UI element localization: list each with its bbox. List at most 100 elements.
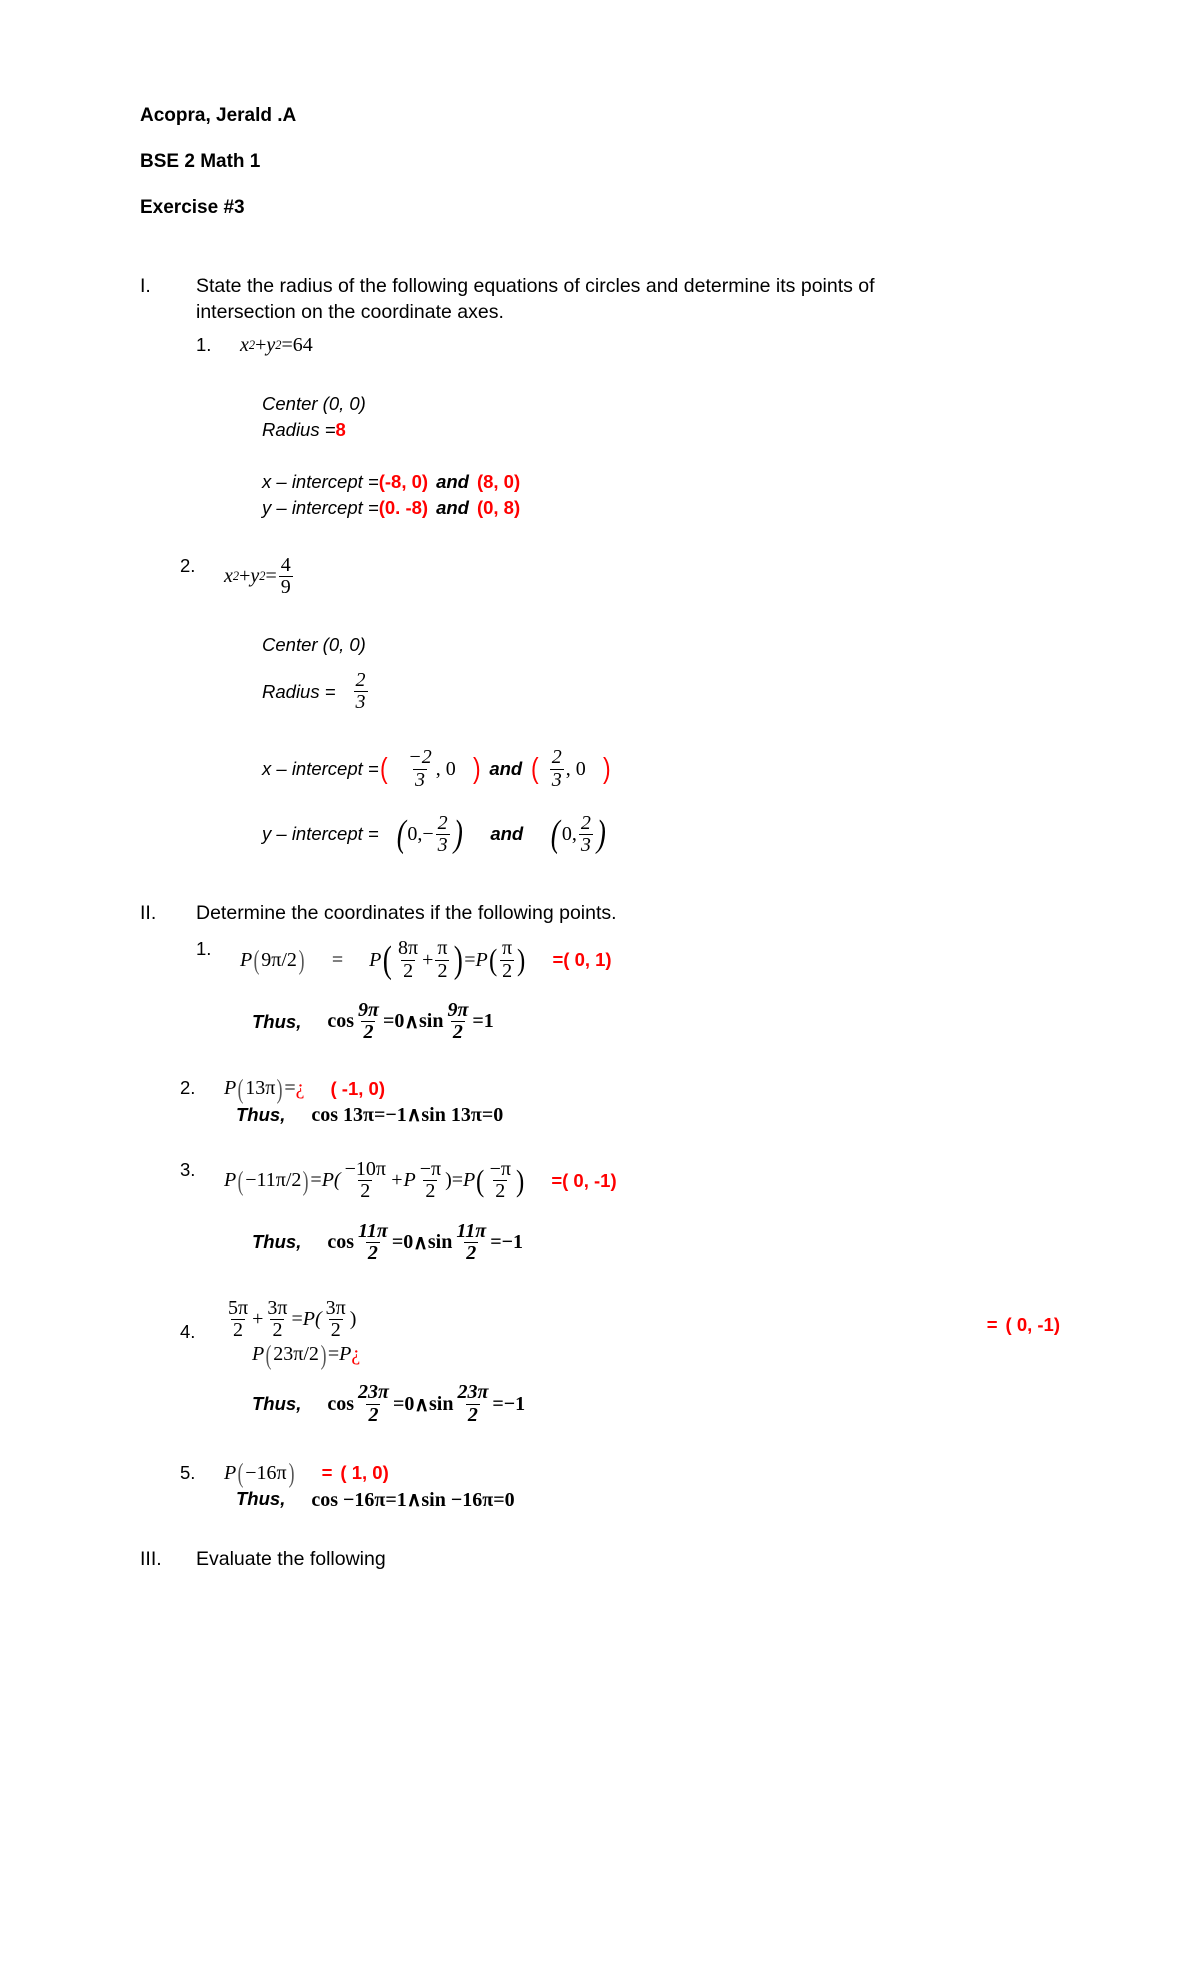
ii1-cos: cos <box>327 1010 355 1032</box>
ii1-frac-2: π2 <box>435 938 450 982</box>
item-i-2-x-intercept-label: x – intercept = <box>262 758 379 780</box>
item-i-2-x-paren-open-2: ( <box>531 753 539 786</box>
ii3-sin-fraction: 11π 2 <box>454 1220 488 1264</box>
ii4-answer: ( 0, -1) <box>1005 1313 1060 1335</box>
ii4-sin-den: 2 <box>465 1403 480 1426</box>
item-ii-3-number: 3. <box>180 1159 196 1181</box>
item-i-2-y-b-den: 3 <box>578 833 593 856</box>
ii1-cos-value: =0 <box>382 1010 405 1032</box>
ii3-frac-1-num: −10π <box>344 1158 386 1181</box>
eq-i2-plus: + <box>239 564 251 587</box>
ii1-sin-den: 2 <box>450 1021 465 1043</box>
item-i-2-y-and: and <box>490 823 524 845</box>
ii3-frac-3: −π 2 <box>488 1158 513 1203</box>
ii4-frac-2-den: 2 <box>270 1319 285 1342</box>
item-ii-2-thus-label: Thus, <box>236 1103 286 1125</box>
student-name: Acopra, Jerald .A <box>140 105 297 126</box>
ii1-frac-1-num: 8π <box>398 937 419 960</box>
section-three-heading: III. Evaluate the following <box>140 1546 1060 1572</box>
eq-i1-equals: = <box>281 333 293 356</box>
item-i-1-center: Center (0, 0) <box>262 392 366 414</box>
item-i-2-x-a-zero: , 0 <box>435 757 456 780</box>
ii1-frac-3-num: π <box>502 937 513 960</box>
document-page: Acopra, Jerald .A BSE 2 Math 1 Exercise … <box>0 0 1200 1976</box>
ii3-equals-2: = <box>451 1169 464 1192</box>
item-i-2-y-intercept-row: y – intercept = (0,− 2 3) and (0, 2 3) <box>262 812 1060 856</box>
ii1-sin-num: 9π <box>447 998 469 1021</box>
ii1-sin-value: =1 <box>472 1010 494 1032</box>
eq-i2-x: x <box>224 564 233 587</box>
item-i-1-y-intercept-b: (0, 8) <box>476 496 521 518</box>
ii1-frac-3-den: 2 <box>500 959 515 982</box>
item-i-2-x-b-den: 3 <box>549 768 564 791</box>
ii3-frac-1-den: 2 <box>358 1180 373 1203</box>
section-one-numeral: I. <box>140 275 151 297</box>
ii4-cos-den: 2 <box>366 1403 381 1426</box>
ii1-p2: P <box>369 948 382 971</box>
ii4-frac-1-den: 2 <box>231 1319 246 1342</box>
item-i-1-y-intercept-a: (0. -8) <box>378 496 429 518</box>
item-i-2-x-and: and <box>489 758 523 780</box>
ii5-answer: ( 1, 0) <box>340 1462 389 1484</box>
ii3-frac-3-den: 2 <box>493 1180 508 1203</box>
item-ii-2-expression: P(13π) = ¿ ( -1, 0) <box>224 1073 385 1104</box>
ii2-arg: 13π <box>245 1077 276 1100</box>
item-i-1-y-intercept-label: y – intercept = <box>262 496 379 518</box>
item-ii-2-thus-row: Thus, cos 13π=−1∧sin 13π=0 <box>236 1102 1060 1127</box>
document-content: Acopra, Jerald .A BSE 2 Math 1 Exercise … <box>140 106 1060 1572</box>
item-i-2-y-a-open: ( <box>396 813 406 856</box>
course-line: BSE 2 Math 1 <box>140 151 261 172</box>
item-ii-1-number: 1. <box>196 938 212 960</box>
ii3-close-1: ) <box>445 1169 452 1192</box>
item-i-1-answers: Center (0, 0) Radius = 8 x – intercept =… <box>262 393 1060 519</box>
ii5-p: P <box>224 1461 237 1484</box>
item-i-1-x-intercept-a: (-8, 0) <box>378 470 429 492</box>
ii4-frac-3-den: 2 <box>328 1319 343 1342</box>
item-i-2-equation: x 2 + y 2 = 4 9 <box>224 553 293 598</box>
ii4-sin-fraction: 23π 2 <box>455 1382 490 1426</box>
ii3-wedge: ∧ <box>413 1231 428 1254</box>
ii4-plus: + <box>252 1308 264 1331</box>
item-i-1-x-intercept-and: and <box>436 470 469 492</box>
ii1-sin-fraction: 9π 2 <box>445 998 470 1043</box>
ii1-p3: P <box>475 948 488 971</box>
item-i-1-x-intercept-row: x – intercept = (-8, 0) and (8, 0) <box>262 471 1060 493</box>
item-ii-5-thus-row: Thus, cos −16π=1∧sin −16π=0 <box>236 1487 1060 1512</box>
ii3-cos-fraction: 11π 2 <box>356 1219 390 1264</box>
ii4-frac-3: 3π 2 <box>324 1297 348 1342</box>
ii4-p: P( <box>302 1308 322 1331</box>
item-ii-1: 1. P(9π/2) = P(8π 2 + π 2) = P(π 2) =( 0, 1) <box>196 937 1060 982</box>
ii1-frac-2-den: 2 <box>435 959 450 982</box>
item-ii-4-line-1: 5π 2 +3π 2 = P(3π 2) <box>224 1296 973 1342</box>
item-i-1-radius-value: 8 <box>335 418 346 440</box>
ii3-cos-num: 11π <box>358 1219 388 1242</box>
item-ii-1-thus-row: Thus, cos 9π 2 =0 ∧ sin 9π 2 =1 <box>252 998 1060 1043</box>
ii2-answer: ( -1, 0) <box>330 1077 385 1099</box>
ii1-cos-num: 9π <box>358 998 379 1021</box>
item-i-1: 1. x 2 + y 2 = 64 <box>196 334 1060 357</box>
ii4-l2-equals: = <box>327 1343 340 1366</box>
item-i-2-y-a-close: ) <box>453 813 463 856</box>
ii4-cos: cos <box>327 1392 355 1415</box>
ii4-l2-p2: P <box>339 1343 352 1366</box>
item-ii-5-thus-label: Thus, <box>236 1488 286 1510</box>
ii2-equals: = <box>284 1077 296 1100</box>
item-ii-4-thus-label: Thus, <box>252 1393 302 1414</box>
ii4-inverted-question: ¿ <box>351 1343 361 1366</box>
ii4-cos-value: =0 <box>392 1392 415 1415</box>
item-i-1-x-intercept-b: (8, 0) <box>476 470 521 492</box>
ii4-l2-p: P <box>252 1343 265 1366</box>
section-one-heading: I. State the radius of the following equ… <box>140 273 1060 326</box>
item-i-1-radius-label: Radius = <box>262 418 336 440</box>
ii3-sin-value: =−1 <box>490 1230 523 1253</box>
item-i-2-radius-num: 2 <box>355 669 366 691</box>
item-i-1-y-intercept-and: and <box>436 496 469 518</box>
item-ii-4: 4. 5π 2 +3π 2 = P(3π 2) P(23π/2) = P ¿ =( 0, -1) <box>180 1296 1060 1368</box>
item-i-2-answers: Center (0, 0) Radius = 23 x – intercept … <box>262 634 1060 856</box>
eq-i1-y: y <box>266 333 276 356</box>
ii4-frac-2-num: 3π <box>267 1296 288 1319</box>
item-i-2-radius-row: Radius = 23 <box>262 669 1060 713</box>
ii1-cos-den: 2 <box>361 1021 376 1043</box>
item-i-2-y-a-den: 3 <box>435 833 450 856</box>
eq-i2-equals: = <box>265 564 277 587</box>
